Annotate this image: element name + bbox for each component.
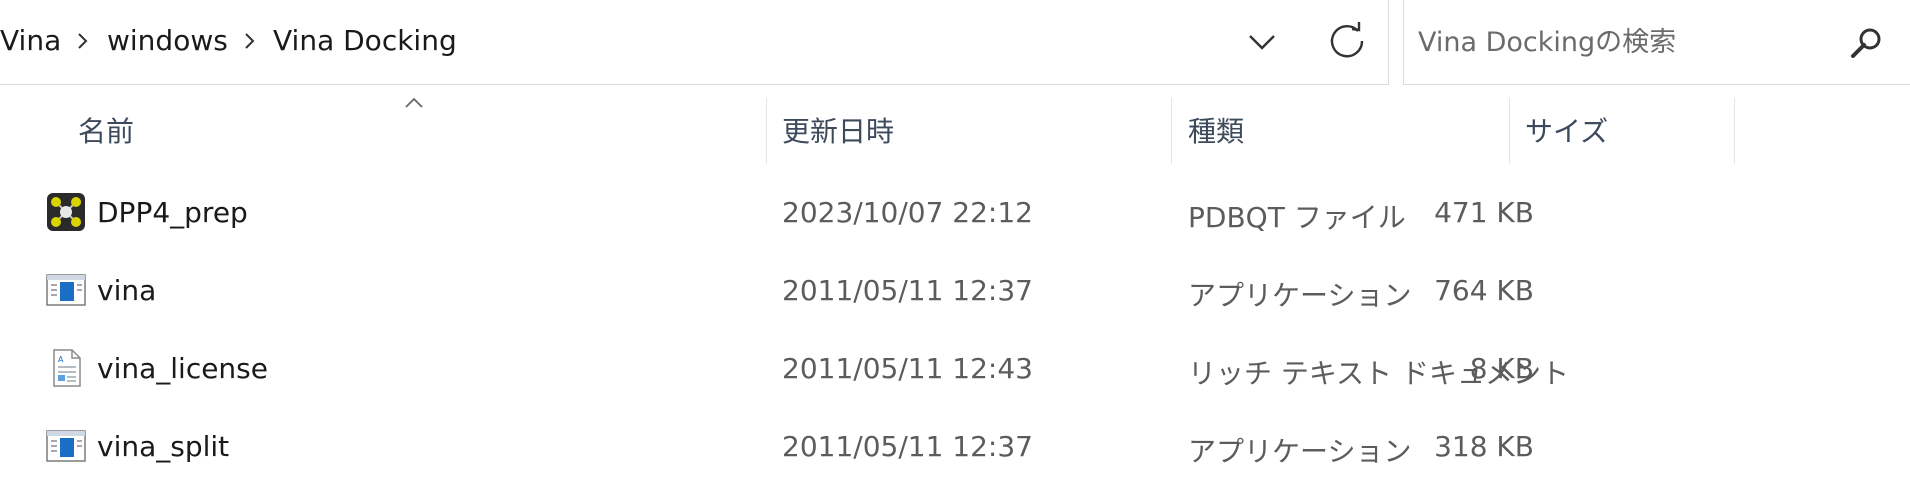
rich-text-document-icon: A [53,349,81,387]
file-size: 764 KB [1434,274,1534,307]
file-date: 2011/05/11 12:43 [782,352,1033,385]
search-input[interactable] [1418,20,1838,64]
application-icon [46,274,86,306]
chevron-right-icon[interactable] [238,30,260,52]
breadcrumb-item-vina[interactable]: Vina [0,24,61,57]
column-header-name[interactable]: 名前 [78,110,134,150]
sort-ascending-icon [405,97,423,108]
file-size: 471 KB [1434,196,1534,229]
file-name[interactable]: vina_split [97,430,229,463]
column-header-size[interactable]: サイズ [1525,110,1608,150]
column-header-type[interactable]: 種類 [1188,110,1244,150]
file-size: 8 KB [1469,352,1534,385]
chevron-down-icon[interactable] [1238,18,1286,66]
file-size: 318 KB [1434,430,1534,463]
column-divider[interactable] [766,98,767,164]
file-row[interactable]: vina_split 2011/05/11 12:37 アプリケーション 318… [30,412,1730,488]
column-divider[interactable] [1509,98,1510,164]
file-date: 2011/05/11 12:37 [782,430,1033,463]
file-date: 2011/05/11 12:37 [782,274,1033,307]
file-type: アプリケーション [1188,279,1412,312]
column-header-date[interactable]: 更新日時 [782,110,894,150]
chevron-right-icon[interactable] [71,30,93,52]
file-type: アプリケーション [1188,435,1412,468]
file-type: PDBQT ファイル [1188,201,1406,234]
molecule-file-icon [47,193,85,231]
column-divider[interactable] [1734,98,1735,164]
column-divider[interactable] [1171,98,1172,164]
search-box[interactable] [1403,0,1910,85]
file-row[interactable]: A vina_license 2011/05/11 12:43 リッチ テキスト… [30,334,1730,410]
file-row[interactable]: vina 2011/05/11 12:37 アプリケーション 764 KB [30,256,1730,332]
file-name[interactable]: vina [97,274,156,307]
search-icon[interactable] [1844,22,1888,66]
breadcrumb-item-vina-docking[interactable]: Vina Docking [273,24,457,57]
breadcrumb-item-windows[interactable]: windows [107,24,228,57]
application-icon [46,430,86,462]
svg-text:A: A [58,355,64,364]
file-name[interactable]: vina_license [97,352,268,385]
address-bar[interactable]: Vina windows Vina Docking [0,0,1389,85]
file-name[interactable]: DPP4_prep [97,196,248,229]
file-date: 2023/10/07 22:12 [782,196,1033,229]
refresh-icon[interactable] [1322,16,1372,66]
file-row[interactable]: DPP4_prep 2023/10/07 22:12 PDBQT ファイル 47… [30,178,1730,254]
